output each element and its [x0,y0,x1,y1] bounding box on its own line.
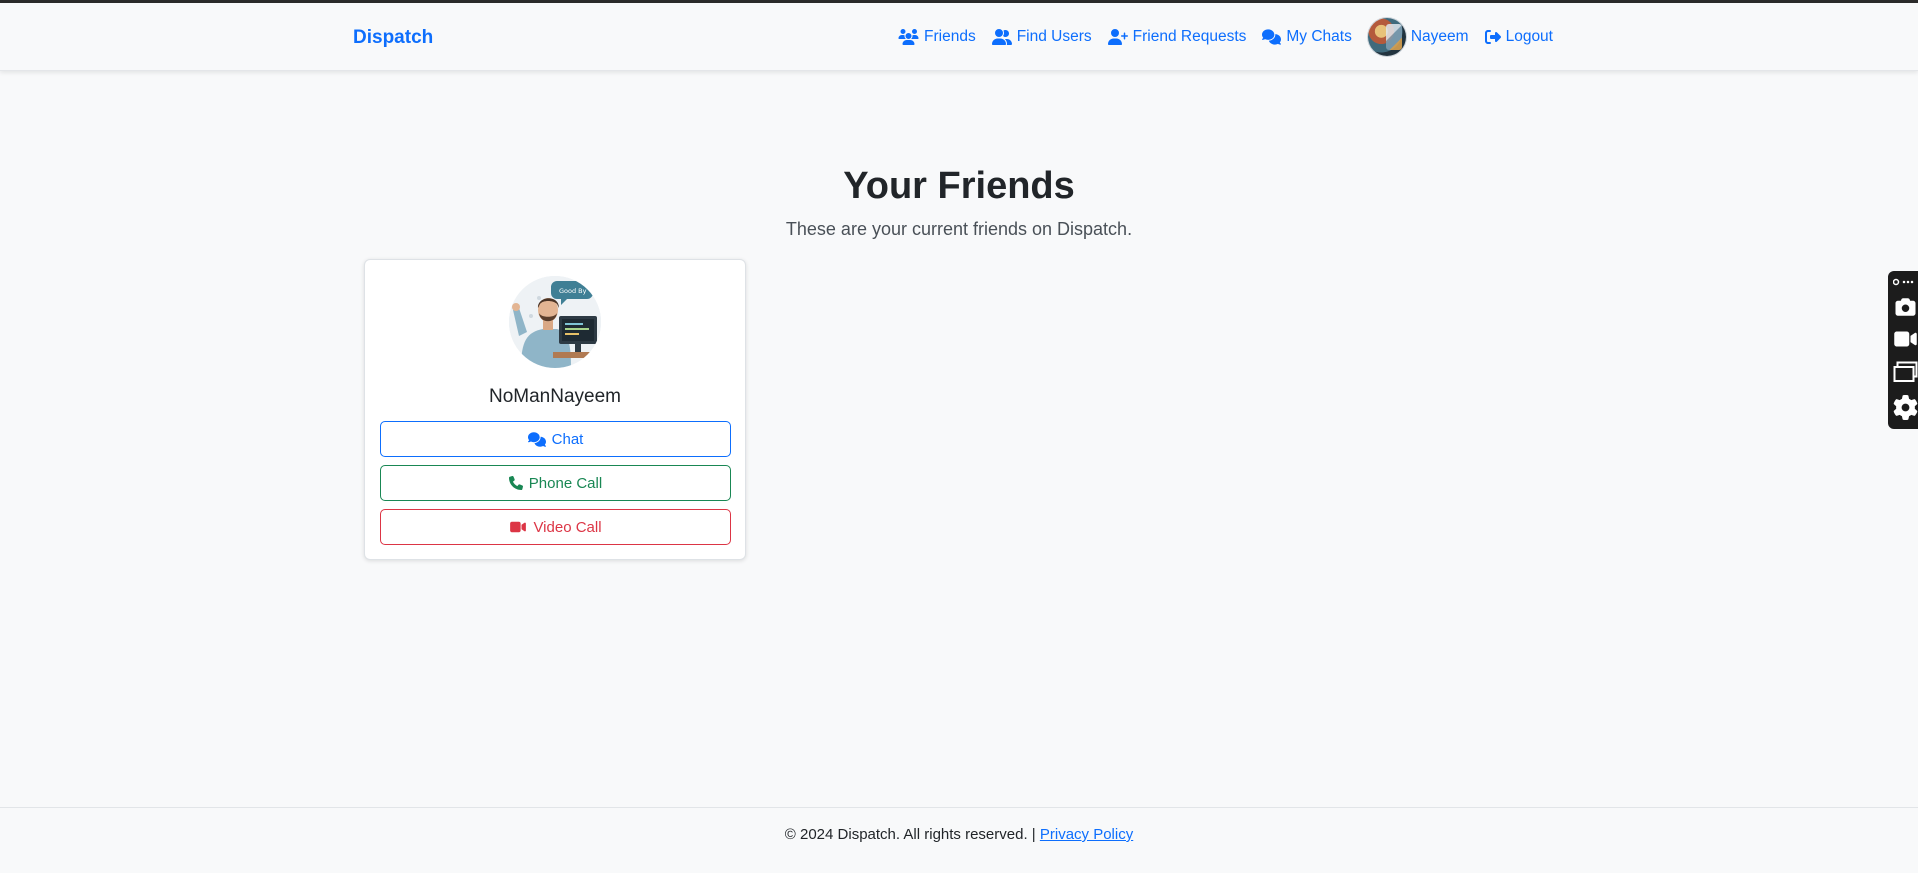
footer-text: © 2024 Dispatch. All rights reserved. | … [0,826,1918,843]
friend-avatar: Good By [509,276,601,368]
nav-my-chats[interactable]: My Chats [1254,28,1359,46]
nav-logout-label: Logout [1505,28,1553,45]
nav-my-chats-label: My Chats [1286,28,1352,45]
user-avatar [1367,18,1406,56]
gear-icon[interactable] [1893,395,1918,420]
chat-button-label: Chat [551,430,584,448]
page: Dispatch Friends Find Users Friend Reque… [0,0,1918,873]
nav-friends[interactable]: Friends [890,28,984,46]
friend-card: Good By NoManNayeem Chat Phone Call Vide… [364,259,746,560]
floating-toolbar [1888,271,1918,429]
phone-icon [508,476,523,490]
developer-illustration: Good By [509,276,601,368]
copyright-text: © 2024 Dispatch. All rights reserved. | [784,826,1036,843]
brand-logo[interactable]: Dispatch [353,27,433,49]
page-subtitle: These are your current friends on Dispat… [785,219,1133,239]
phone-call-button[interactable]: Phone Call [380,465,731,501]
comments-icon [1262,29,1282,45]
chat-button[interactable]: Chat [380,421,731,457]
nav-find-users-label: Find Users [1016,28,1092,45]
video-call-button-label: Video Call [533,518,602,536]
users-icon [898,29,919,45]
page-title: Your Friends [843,165,1075,207]
navbar: Dispatch Friends Find Users Friend Reque… [0,3,1918,71]
sign-out-icon [1484,29,1501,45]
user-group-icon [991,29,1012,45]
nav-friend-requests[interactable]: Friend Requests [1100,28,1255,46]
camera-icon[interactable] [1893,297,1918,317]
nav-links: Friends Find Users Friend Requests My Ch… [890,17,1561,57]
nav-logout[interactable]: Logout [1477,28,1561,46]
comments-icon [527,431,546,447]
video-icon [509,520,527,534]
video-camera-icon[interactable] [1893,329,1918,349]
nav-profile-label: Nayeem [1410,28,1469,45]
nav-profile[interactable]: Nayeem [1360,18,1477,56]
user-plus-icon [1107,29,1128,45]
speech-bubble-text: Good By [559,287,587,295]
nav-find-users[interactable]: Find Users [984,28,1100,46]
video-call-button[interactable]: Video Call [380,509,731,545]
link-icon[interactable] [1893,277,1918,287]
friend-name: NoManNayeem [489,386,621,407]
phone-call-button-label: Phone Call [528,474,603,492]
nav-friend-requests-label: Friend Requests [1132,28,1247,45]
nav-friends-label: Friends [924,28,976,45]
privacy-policy-link[interactable]: Privacy Policy [1040,826,1133,843]
windows-icon[interactable] [1893,361,1918,383]
footer: © 2024 Dispatch. All rights reserved. | … [0,807,1918,873]
